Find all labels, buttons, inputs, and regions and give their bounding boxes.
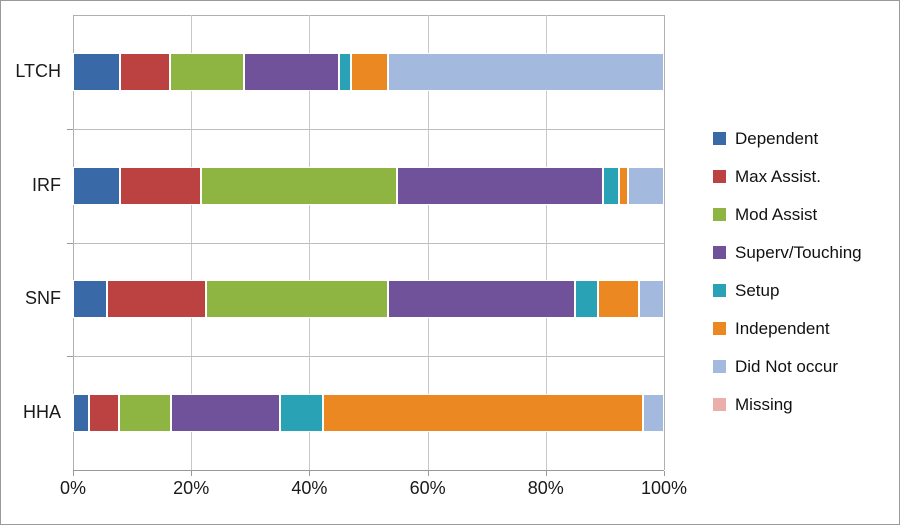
bar-ltch[interactable] bbox=[73, 52, 664, 91]
bar-segment[interactable] bbox=[169, 52, 244, 91]
bar-segment[interactable] bbox=[73, 166, 121, 205]
y-axis-category-label: LTCH bbox=[15, 60, 61, 81]
x-axis-tick-label: 100% bbox=[640, 478, 688, 498]
legend-swatch-icon bbox=[713, 321, 726, 335]
legend-item[interactable]: Superv/Touching bbox=[713, 233, 893, 271]
x-axis-tick bbox=[664, 471, 665, 476]
bar-segment[interactable] bbox=[201, 166, 397, 205]
x-axis-line bbox=[73, 470, 664, 471]
legend-label: Missing bbox=[735, 394, 793, 414]
x-axis-tick bbox=[309, 471, 311, 476]
y-axis-tick bbox=[67, 356, 73, 358]
legend-swatch-icon bbox=[713, 397, 726, 411]
bar-segment[interactable] bbox=[639, 280, 664, 319]
x-axis-tick bbox=[427, 471, 429, 476]
x-axis-tick-label: 20% bbox=[173, 478, 210, 498]
bar-hha[interactable] bbox=[73, 394, 664, 433]
bar-segment[interactable] bbox=[619, 166, 628, 205]
legend-item[interactable]: Setup bbox=[713, 271, 893, 309]
legend-label: Independent bbox=[735, 318, 830, 338]
legend-item[interactable]: Max Assist. bbox=[713, 157, 893, 195]
bar-segment[interactable] bbox=[120, 166, 202, 205]
bar-segment[interactable] bbox=[627, 166, 664, 205]
legend-label: Mod Assist bbox=[735, 204, 818, 224]
legend-swatch-icon bbox=[713, 283, 726, 297]
legend-swatch-icon bbox=[713, 359, 726, 373]
legend-item[interactable]: Independent bbox=[713, 309, 893, 347]
bar-segment[interactable] bbox=[73, 280, 108, 319]
bar-segment[interactable] bbox=[338, 52, 351, 91]
plot-top-border bbox=[73, 15, 664, 16]
category-separator bbox=[67, 356, 664, 358]
x-axis-tick bbox=[191, 471, 193, 476]
legend-swatch-icon bbox=[713, 131, 726, 145]
y-axis-category-label: HHA bbox=[22, 402, 61, 423]
bar-irf[interactable] bbox=[73, 166, 664, 205]
legend-label: Max Assist. bbox=[735, 166, 821, 186]
bar-segment[interactable] bbox=[597, 280, 640, 319]
bar-segment[interactable] bbox=[575, 280, 598, 319]
bar-segment[interactable] bbox=[107, 280, 206, 319]
x-axis-tick-label: 80% bbox=[527, 478, 564, 498]
legend-label: Superv/Touching bbox=[735, 242, 862, 262]
bar-segment[interactable] bbox=[88, 394, 120, 433]
x-axis-tick bbox=[545, 471, 547, 476]
y-axis-category-label: SNF bbox=[25, 288, 61, 309]
bar-segment[interactable] bbox=[73, 394, 89, 433]
category-separator bbox=[67, 128, 664, 130]
bar-segment[interactable] bbox=[279, 394, 323, 433]
legend-item[interactable]: Did Not occur bbox=[713, 347, 893, 385]
bar-segment[interactable] bbox=[350, 52, 388, 91]
bar-segment[interactable] bbox=[205, 280, 388, 319]
legend-label: Dependent bbox=[735, 128, 819, 148]
bar-snf[interactable] bbox=[73, 280, 664, 319]
y-axis-tick bbox=[67, 128, 73, 130]
legend-swatch-icon bbox=[713, 245, 726, 259]
bar-segment[interactable] bbox=[322, 394, 643, 433]
x-axis-tick bbox=[73, 471, 74, 476]
plot-area bbox=[67, 15, 665, 476]
legend-swatch-icon bbox=[713, 207, 726, 221]
x-axis-tick-label: 40% bbox=[291, 478, 328, 498]
y-axis-category-label: IRF bbox=[32, 174, 61, 195]
legend-label: Did Not occur bbox=[735, 356, 838, 376]
gridline bbox=[664, 15, 665, 470]
bar-segment[interactable] bbox=[120, 52, 170, 91]
bar-segment[interactable] bbox=[603, 166, 620, 205]
bar-segment[interactable] bbox=[73, 52, 121, 91]
legend-item[interactable]: Missing bbox=[713, 385, 893, 423]
category-separator bbox=[67, 242, 664, 244]
bar-segment[interactable] bbox=[388, 52, 664, 91]
y-axis-tick bbox=[67, 242, 73, 244]
bar-segment[interactable] bbox=[388, 280, 576, 319]
legend-item[interactable]: Dependent bbox=[713, 119, 893, 157]
legend-label: Setup bbox=[735, 280, 780, 300]
x-axis-tick-label: 0% bbox=[59, 478, 87, 498]
bar-segment[interactable] bbox=[396, 166, 604, 205]
chart-legend: Dependent Max Assist. Mod Assist Superv/Tou… bbox=[713, 119, 893, 423]
bar-segment[interactable] bbox=[243, 52, 339, 91]
x-axis-tick-label: 60% bbox=[409, 478, 446, 498]
legend-item[interactable]: Mod Assist bbox=[713, 195, 893, 233]
chart-container: LTCH IRF SNF HHA 0% 20% 40% 60% 80% 100% Depende… bbox=[0, 0, 900, 525]
legend-swatch-icon bbox=[713, 169, 726, 183]
bar-segment[interactable] bbox=[119, 394, 172, 433]
bar-segment[interactable] bbox=[642, 394, 664, 433]
bar-segment[interactable] bbox=[171, 394, 280, 433]
